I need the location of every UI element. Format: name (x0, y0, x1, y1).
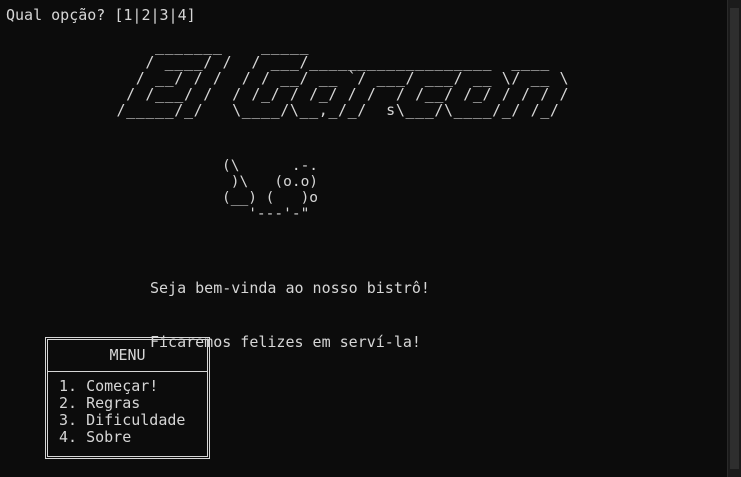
menu-item-comecar[interactable]: 1. Começar! (59, 378, 207, 395)
option-prompt: Qual opção? [1|2|3|4] (6, 6, 196, 24)
menu-item-regras[interactable]: 2. Regras (59, 395, 207, 412)
menu-box: MENU 1. Começar! 2. Regras 3. Dificuldad… (45, 337, 210, 459)
welcome-line-1: Seja bem-vinda ao nosso bistrô! (150, 279, 430, 297)
menu-list: 1. Começar! 2. Regras 3. Dificuldade 4. … (48, 372, 207, 446)
console-window[interactable]: Qual opção? [1|2|3|4] _______ _____ / __… (0, 0, 727, 477)
scrollbar-thumb[interactable] (730, 8, 739, 469)
el-garcon-logo-art: _______ _____ / ____/ / / ___/__________… (116, 37, 570, 119)
vertical-scrollbar[interactable] (727, 0, 741, 477)
menu-item-dificuldade[interactable]: 3. Dificuldade (59, 412, 207, 429)
menu-item-sobre[interactable]: 4. Sobre (59, 429, 207, 446)
menu-title: MENU (48, 340, 207, 372)
waiter-ascii-art: (\ .-. )\ (o.o) (__) ( )o '---'-" (222, 158, 319, 222)
